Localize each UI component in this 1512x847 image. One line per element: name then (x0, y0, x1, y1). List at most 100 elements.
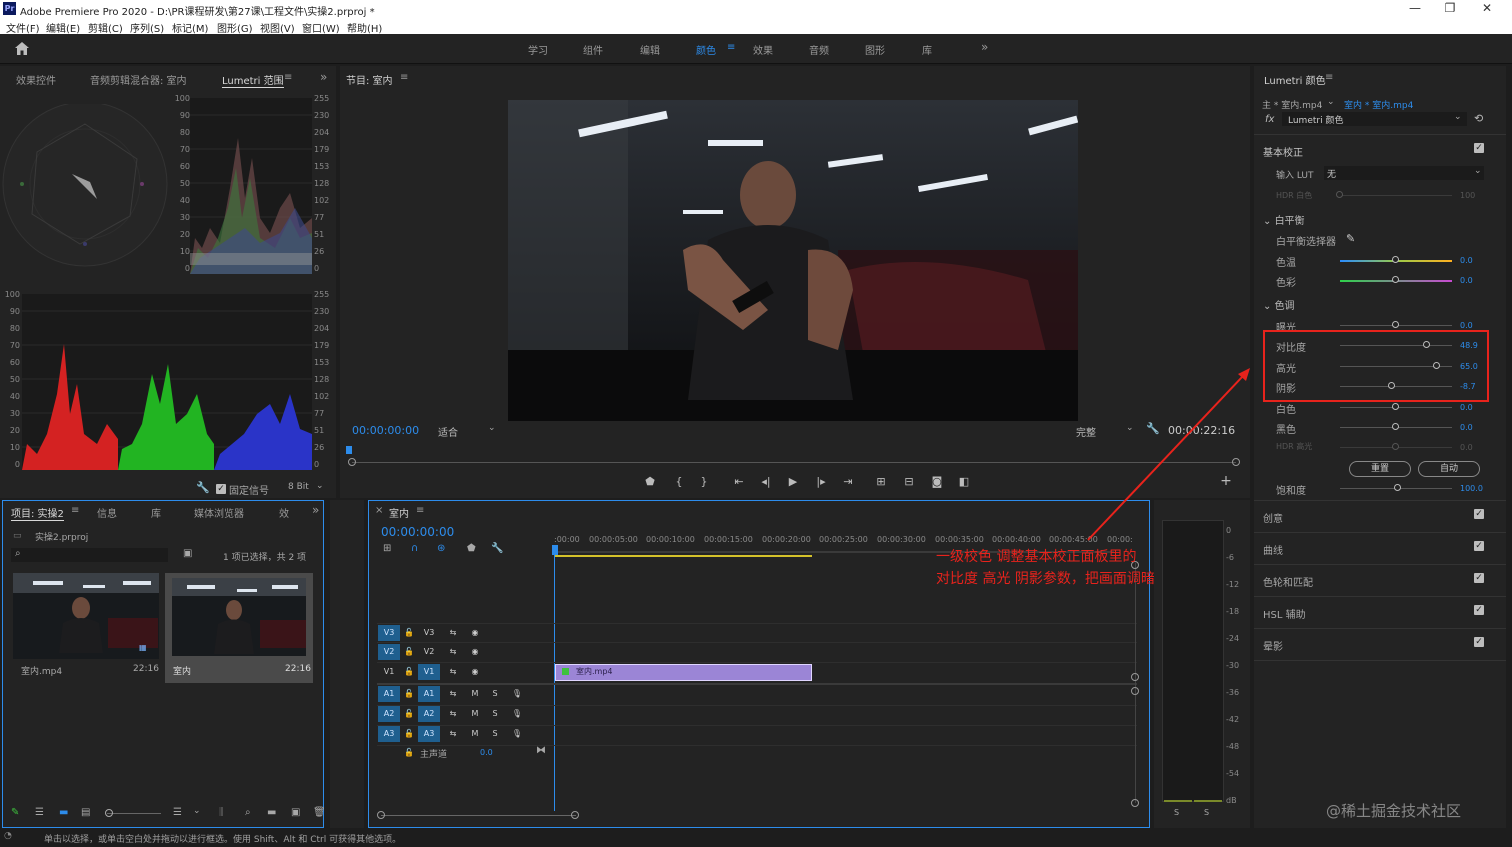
workspace-editing[interactable]: 编辑 (640, 42, 660, 57)
solo-button[interactable]: S (484, 686, 506, 702)
workspace-effects[interactable]: 效果 (753, 42, 773, 57)
fixed-signal-checkbox[interactable]: ✓ (216, 484, 226, 494)
timeline-timecode[interactable]: 00:00:00:00 (381, 525, 454, 539)
slider-knob[interactable] (1392, 276, 1399, 283)
play-icon[interactable]: ▶ (785, 475, 801, 488)
playhead-marker[interactable] (346, 446, 352, 454)
quality-chevron-down-icon[interactable]: ⌄ (1126, 423, 1134, 433)
export-frame-icon[interactable]: ◙ (929, 475, 945, 488)
add-marker-icon[interactable]: ⬟ (642, 475, 658, 488)
section-creative[interactable]: 创意 (1263, 510, 1283, 525)
close-icon[interactable]: × (375, 505, 383, 516)
source-patch-v3[interactable]: V3 (378, 625, 400, 641)
lock-icon[interactable]: 🔓 (398, 625, 420, 641)
menu-sequence[interactable]: 序列(S) (130, 20, 164, 35)
scrub-end-handle[interactable] (1232, 458, 1240, 466)
menu-marker[interactable]: 标记(M) (172, 20, 208, 35)
master-volume[interactable]: 0.0 (480, 748, 493, 757)
slider-value[interactable]: 0.0 (1460, 321, 1473, 330)
linked-selection-icon[interactable]: ⊛ (437, 543, 445, 554)
icon-view-icon[interactable]: ▬ (59, 807, 68, 818)
nest-icon[interactable]: ⊞ (383, 543, 391, 554)
lumetri-menu-icon[interactable]: ≡ (1325, 72, 1333, 83)
workspace-more-icon[interactable]: » (981, 40, 988, 54)
section-vignette[interactable]: 晕影 (1263, 638, 1283, 653)
track-label-v3[interactable]: V3 (418, 625, 440, 641)
freeform-view-icon[interactable]: ▤ (81, 807, 90, 818)
slider-knob[interactable] (1392, 256, 1399, 263)
sync-lock-icon[interactable]: ⇆ (442, 625, 464, 641)
project-menu-icon[interactable]: ≡ (71, 505, 79, 516)
target-clip[interactable]: 室内 * 室内.mp4 (1344, 98, 1413, 111)
menu-file[interactable]: 文件(F) (6, 20, 40, 35)
tab-audio-clip-mixer[interactable]: 音频剪辑混合器: 室内 (90, 72, 187, 87)
extract-icon[interactable]: ⊟ (901, 475, 917, 488)
source-chevron-down-icon[interactable]: ⌄ (1327, 97, 1335, 107)
workspace-learn[interactable]: 学习 (528, 42, 548, 57)
creative-checkbox[interactable]: ✓ (1474, 509, 1484, 519)
microphone-icon[interactable]: 🎙 (506, 726, 528, 742)
project-search-input[interactable]: ⌕ (11, 548, 168, 562)
automate-icon[interactable]: ⫼ (219, 807, 224, 818)
sync-lock-icon[interactable]: ⇆ (442, 664, 464, 680)
find-icon[interactable]: ⌕ (245, 807, 251, 818)
source-patch-v1[interactable]: V1 (378, 664, 400, 680)
panel-overflow-icon[interactable]: » (320, 70, 327, 84)
h-scroll-start-handle[interactable] (377, 811, 385, 819)
add-button-icon[interactable]: + (1218, 473, 1234, 489)
menu-edit[interactable]: 编辑(E) (46, 20, 80, 35)
source-patch-a3[interactable]: A3 (378, 726, 400, 742)
new-item-icon[interactable]: ▣ (291, 807, 300, 818)
home-icon[interactable] (15, 42, 29, 55)
eye-icon[interactable]: ◉ (464, 644, 486, 660)
workspace-assembly[interactable]: 组件 (583, 42, 603, 57)
source-clip[interactable]: 主 * 室内.mp4 (1262, 98, 1322, 111)
mark-out-icon[interactable]: } (696, 475, 712, 488)
eyedropper-icon[interactable]: ✎ (1346, 232, 1355, 245)
slider-value[interactable]: 0.0 (1460, 256, 1473, 265)
workspace-libraries[interactable]: 库 (922, 42, 932, 57)
tab-sequence[interactable]: 室内 (389, 505, 409, 520)
comparison-view-icon[interactable]: ◧ (956, 475, 972, 488)
project-item-selected[interactable]: 室内 22:16 (165, 573, 313, 683)
basic-correction-checkbox[interactable]: ✓ (1474, 143, 1484, 153)
workspace-color[interactable]: 颜色 (696, 42, 716, 57)
tab-effects[interactable]: 效 (279, 505, 289, 520)
go-to-in-icon[interactable]: ⇤ (731, 475, 747, 488)
go-to-out-icon[interactable]: ⇥ (840, 475, 856, 488)
chevron-down-icon[interactable]: ⌄ (316, 481, 324, 491)
effect-select[interactable]: Lumetri 颜色 ⌄ (1282, 112, 1467, 126)
timeline-playhead-handle[interactable] (552, 545, 558, 555)
new-bin-icon[interactable]: ▬ (267, 807, 276, 818)
eye-icon[interactable]: ◉ (464, 625, 486, 641)
slider-value[interactable]: 0.0 (1460, 276, 1473, 285)
v-scroll-mid2-handle[interactable] (1131, 687, 1139, 695)
curves-checkbox[interactable]: ✓ (1474, 541, 1484, 551)
lock-icon[interactable]: 🔓 (398, 706, 420, 722)
sync-lock-icon[interactable]: ⇆ (442, 644, 464, 660)
solo-left-button[interactable]: S (1174, 808, 1179, 817)
slider-value[interactable]: 0.0 (1460, 423, 1473, 432)
white-balance-heading[interactable]: ⌄ 白平衡 (1263, 212, 1305, 227)
wrench-icon[interactable]: 🔧 (196, 481, 210, 494)
trash-icon[interactable]: 🗑 (313, 807, 326, 818)
solo-button[interactable]: S (484, 706, 506, 722)
mute-button[interactable]: M (464, 706, 486, 722)
tab-libraries[interactable]: 库 (151, 505, 161, 520)
scrub-start-handle[interactable] (348, 458, 356, 466)
microphone-icon[interactable]: 🎙 (506, 706, 528, 722)
section-curves[interactable]: 曲线 (1263, 542, 1283, 557)
add-marker-icon[interactable]: ⬟ (467, 543, 476, 554)
saturation-value[interactable]: 100.0 (1460, 484, 1483, 493)
fit-select[interactable]: 适合 (438, 424, 458, 439)
hsl-checkbox[interactable]: ✓ (1474, 605, 1484, 615)
snap-icon[interactable]: ∩ (411, 543, 418, 554)
project-item[interactable]: ▦ 室内.mp4 22:16 (13, 573, 159, 683)
zoom-knob[interactable] (105, 809, 113, 817)
basic-correction-heading[interactable]: 基本校正 (1263, 144, 1303, 159)
mark-in-icon[interactable]: { (671, 475, 687, 488)
tab-lumetri-scopes[interactable]: Lumetri 范围 (222, 72, 284, 88)
minimize-button[interactable]: — (1400, 1, 1430, 15)
v-scroll-bottom-handle[interactable] (1131, 799, 1139, 807)
program-timecode[interactable]: 00:00:00:00 (352, 424, 419, 437)
